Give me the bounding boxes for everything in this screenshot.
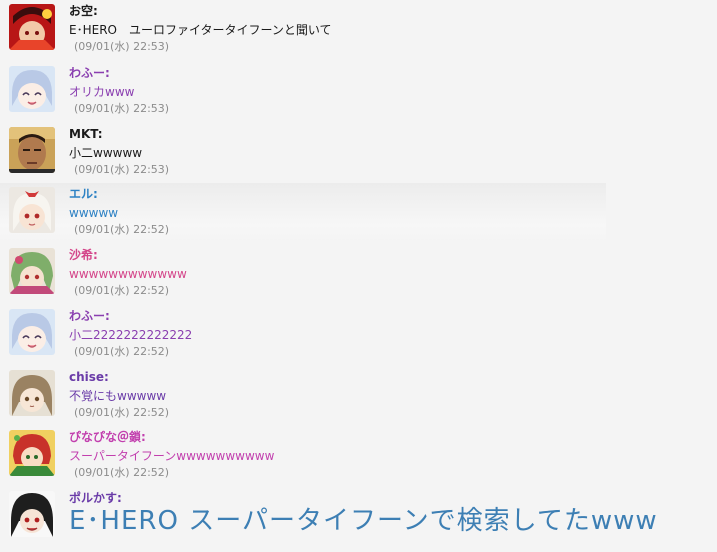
sender-name[interactable]: わふー: <box>69 309 110 323</box>
chat-message: 沙希: wwwwwwwwwwww (09/01(水) 22:52) <box>0 244 717 304</box>
wafu-avatar[interactable] <box>9 309 55 355</box>
sender-name[interactable]: わふー: <box>69 66 110 80</box>
okuu-avatar[interactable] <box>9 4 55 50</box>
timestamp: (09/01(水) 22:52) <box>74 345 170 358</box>
message-text: wwwwwwwwwwww <box>69 267 187 281</box>
chat-message: chise: 不覚にもwwwww (09/01(水) 22:52) <box>0 366 717 426</box>
sender-name[interactable]: 沙希: <box>69 248 98 262</box>
porukasu-avatar[interactable] <box>9 491 55 537</box>
saki-avatar[interactable] <box>9 248 55 294</box>
chat-message: わふー: 小二2222222222222 (09/01(水) 22:52) <box>0 305 717 365</box>
timestamp: (09/01(水) 22:52) <box>74 223 170 236</box>
chat-message: ポルかす: E･HERO スーパータイフーンで検索してたwww <box>0 487 717 552</box>
pinapina-avatar[interactable] <box>9 430 55 476</box>
sender-name[interactable]: お空: <box>69 4 98 18</box>
eru-avatar[interactable] <box>9 187 55 233</box>
mkt-avatar[interactable] <box>9 127 55 173</box>
message-text: 不覚にもwwwww <box>69 389 167 403</box>
chat-message: ぴなぴな＠鎖: スーパータイフーンwwwwwwwwww (09/01(水) 22… <box>0 426 717 486</box>
message-text: wwwww <box>69 206 119 220</box>
timestamp: (09/01(水) 22:53) <box>74 102 170 115</box>
message-text: 小二2222222222222 <box>69 328 193 342</box>
message-text: オリカwww <box>69 85 135 99</box>
chat-message: MKT: 小二wwwww (09/01(水) 22:53) <box>0 123 717 183</box>
timestamp: (09/01(水) 22:52) <box>74 284 170 297</box>
message-text: E･HERO ユーロファイタータイフーンと聞いて <box>69 23 332 37</box>
message-text: スーパータイフーンwwwwwwwwww <box>69 449 275 463</box>
message-text: 小二wwwww <box>69 146 143 160</box>
chat-message-highlighted: エル: wwwww (09/01(水) 22:52) <box>0 183 606 243</box>
sender-name[interactable]: ぴなぴな＠鎖: <box>69 430 146 444</box>
timestamp: (09/01(水) 22:52) <box>74 406 170 419</box>
timestamp: (09/01(水) 22:53) <box>74 40 170 53</box>
wafu-avatar[interactable] <box>9 66 55 112</box>
sender-name[interactable]: エル: <box>69 187 98 201</box>
timestamp: (09/01(水) 22:53) <box>74 163 170 176</box>
sender-name[interactable]: ポルかす: <box>69 491 122 505</box>
sender-name[interactable]: MKT: <box>69 127 103 141</box>
chise-avatar[interactable] <box>9 370 55 416</box>
sender-name[interactable]: chise: <box>69 370 109 384</box>
message-text: E･HERO スーパータイフーンで検索してたwww <box>69 506 658 536</box>
chat-log: お空: E･HERO ユーロファイタータイフーンと聞いて (09/01(水) 2… <box>0 0 717 552</box>
timestamp: (09/01(水) 22:52) <box>74 466 170 479</box>
chat-message: お空: E･HERO ユーロファイタータイフーンと聞いて (09/01(水) 2… <box>0 0 717 60</box>
chat-message: わふー: オリカwww (09/01(水) 22:53) <box>0 62 717 122</box>
